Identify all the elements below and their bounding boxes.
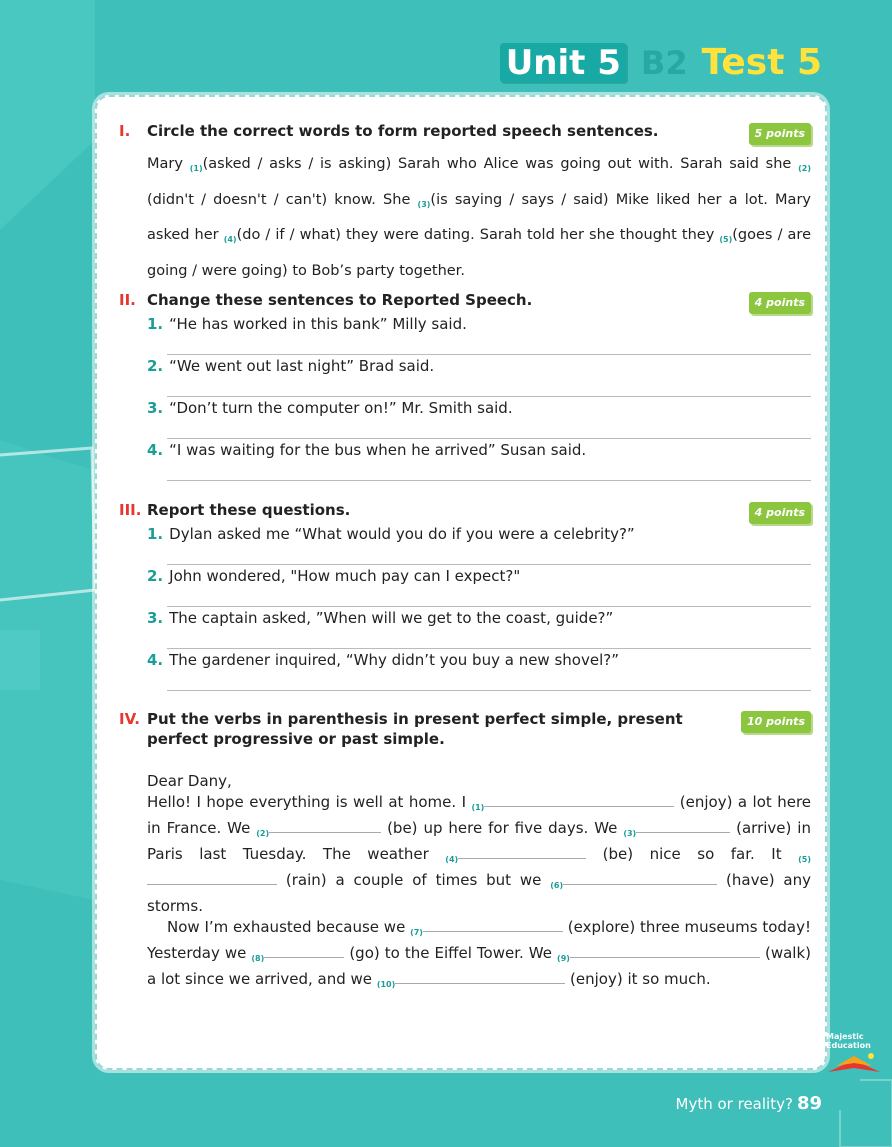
answer-line[interactable] bbox=[167, 460, 811, 481]
points-badge: 4 points bbox=[748, 502, 811, 524]
section-4: IV. Put the verbs in parenthesis in pres… bbox=[119, 709, 811, 995]
gap-blank[interactable] bbox=[269, 819, 382, 833]
publisher-logo: Majestic Education bbox=[826, 1032, 882, 1074]
unit-label: Unit 5 bbox=[499, 42, 627, 83]
gap-number: (2) bbox=[798, 164, 811, 173]
list-item: 4. “I was waiting for the bus when he arr… bbox=[147, 441, 587, 459]
section-number: II. bbox=[119, 291, 136, 309]
points-badge: 5 points bbox=[748, 123, 811, 145]
section-title: Change these sentences to Reported Speec… bbox=[147, 291, 533, 309]
gap-blank[interactable] bbox=[147, 871, 277, 885]
answer-line[interactable] bbox=[167, 544, 811, 565]
section-number: I. bbox=[119, 122, 131, 140]
list-item: 4. The gardener inquired, “Why didn’t you… bbox=[147, 651, 619, 669]
gap-blank[interactable] bbox=[395, 970, 566, 984]
list-item: 3. The captain asked, ”When will we get t… bbox=[147, 609, 614, 627]
page-number: 89 bbox=[796, 1093, 822, 1114]
answer-line[interactable] bbox=[167, 376, 811, 397]
gap-number: (4) bbox=[223, 235, 237, 244]
answer-line[interactable] bbox=[167, 334, 811, 355]
footer-unit-title: Myth or reality? bbox=[675, 1095, 793, 1113]
points-badge: 10 points bbox=[741, 711, 811, 733]
section-1: I. Circle the correct words to form repo… bbox=[119, 121, 811, 287]
gap-blank[interactable] bbox=[458, 845, 587, 859]
list-item: 2. “We went out last night” Brad said. bbox=[147, 357, 435, 375]
gap-blank[interactable] bbox=[569, 944, 760, 958]
gap-number: (3) bbox=[417, 199, 431, 209]
level-label: B2 bbox=[640, 43, 688, 82]
list-item: 2. John wondered, "How much pay can I exp… bbox=[147, 567, 521, 585]
unit-header: Unit 5 B2 Test 5 bbox=[499, 42, 822, 83]
answer-line[interactable] bbox=[167, 418, 811, 439]
list-item: 1. Dylan asked me “What would you do if y… bbox=[147, 525, 635, 543]
letter-paragraph-2: Now I’m exhausted because we (7) (explor… bbox=[147, 918, 811, 989]
answer-line[interactable] bbox=[167, 628, 811, 649]
gap-blank[interactable] bbox=[264, 944, 345, 958]
section-title: Put the verbs in parenthesis in present … bbox=[147, 710, 683, 748]
letter-greeting: Dear Dany, bbox=[147, 772, 232, 790]
worksheet-card: I. Circle the correct words to form repo… bbox=[95, 95, 827, 1070]
page-footer: Myth or reality? 89 bbox=[676, 1093, 822, 1114]
answer-line[interactable] bbox=[167, 670, 811, 691]
circle-exercise-text: Mary (1)(asked / asks / is asking) Sarah… bbox=[147, 156, 811, 279]
list-item: 3. “Don’t turn the computer on!” Mr. Smit… bbox=[147, 399, 513, 417]
gap-number: (5) bbox=[719, 235, 733, 244]
section-title: Report these questions. bbox=[147, 501, 351, 519]
letter-paragraph-1: Hello! I hope everything is well at home… bbox=[147, 793, 812, 915]
section-number: IV. bbox=[119, 710, 140, 728]
gap-blank[interactable] bbox=[636, 819, 731, 833]
test-label: Test 5 bbox=[701, 42, 822, 83]
answer-line[interactable] bbox=[167, 586, 811, 607]
list-item: 1. “He has worked in this bank” Milly sai… bbox=[147, 315, 467, 333]
section-number: III. bbox=[119, 501, 142, 519]
points-badge: 4 points bbox=[748, 292, 811, 314]
gap-blank[interactable] bbox=[422, 918, 563, 932]
gap-blank[interactable] bbox=[484, 793, 675, 807]
section-2: II. Change these sentences to Reported S… bbox=[119, 290, 811, 482]
book-logo-icon bbox=[828, 1053, 880, 1072]
section-3: III. Report these questions. 4 points 1.… bbox=[119, 500, 811, 692]
gap-blank[interactable] bbox=[563, 871, 718, 885]
gap-number: (1) bbox=[189, 164, 203, 173]
section-title: Circle the correct words to form reporte… bbox=[147, 122, 659, 140]
